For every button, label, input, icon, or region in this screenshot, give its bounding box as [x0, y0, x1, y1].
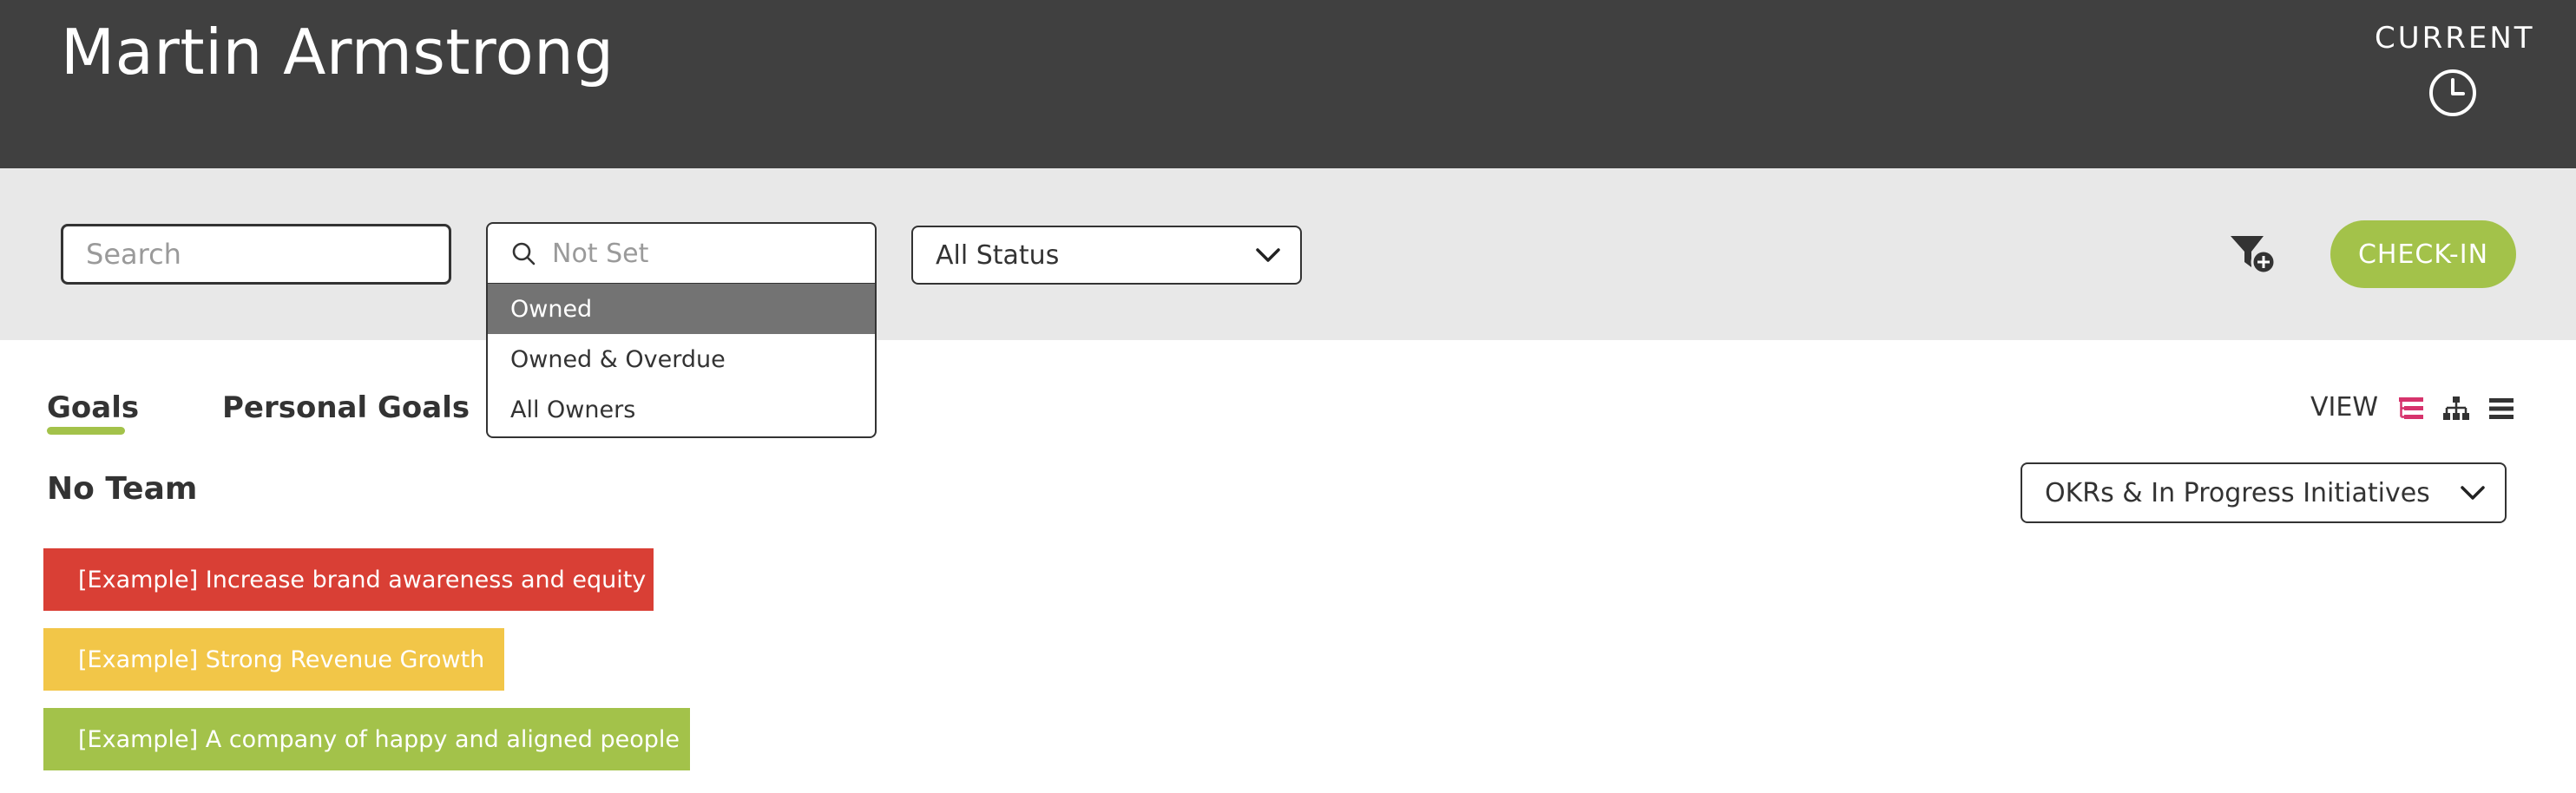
team-title: No Team [47, 471, 198, 507]
status-filter-value: All Status [936, 239, 1060, 271]
goal-item[interactable]: [Example] A company of happy and aligned… [43, 708, 690, 770]
add-filter-icon[interactable] [2229, 233, 2277, 276]
view-mode-select[interactable]: OKRs & In Progress Initiatives [2021, 462, 2507, 523]
status-filter-select[interactable]: All Status [911, 226, 1302, 285]
goal-item[interactable]: [Example] Increase brand awareness and e… [43, 548, 654, 611]
owner-filter-placeholder: Not Set [552, 238, 649, 269]
person-name: Martin Armstrong [61, 16, 614, 88]
owner-filter-select[interactable]: Not Set [486, 222, 877, 285]
view-mode-value: OKRs & In Progress Initiatives [2045, 477, 2430, 508]
dropdown-item-owned[interactable]: Owned [488, 284, 875, 334]
tree-view-icon[interactable] [2397, 395, 2425, 423]
search-input[interactable] [61, 224, 451, 285]
chevron-down-icon [1256, 248, 1280, 262]
check-in-button[interactable]: CHECK-IN [2330, 220, 2516, 288]
goal-item[interactable]: [Example] Strong Revenue Growth [43, 628, 504, 691]
tab-active-indicator [47, 427, 125, 435]
filter-bar: Not Set All Status CHECK-IN [0, 168, 2576, 340]
search-icon [512, 242, 536, 265]
list-view-icon[interactable] [2487, 395, 2515, 423]
tab-personal-goals[interactable]: Personal Goals [222, 390, 470, 425]
view-label: VIEW [2310, 392, 2378, 423]
hierarchy-view-icon[interactable] [2442, 395, 2470, 423]
chevron-down-icon [2461, 486, 2485, 500]
page-header: Martin Armstrong CURRENT [0, 0, 2576, 168]
clock-icon[interactable] [2428, 68, 2478, 118]
current-period-toggle[interactable]: CURRENT [2375, 21, 2535, 125]
dropdown-item-all-owners[interactable]: All Owners [488, 384, 875, 435]
owner-dropdown-menu: Owned Owned & Overdue All Owners [486, 284, 877, 438]
dropdown-item-owned-overdue[interactable]: Owned & Overdue [488, 334, 875, 384]
tab-goals[interactable]: Goals [47, 390, 139, 425]
current-label: CURRENT [2375, 21, 2535, 56]
